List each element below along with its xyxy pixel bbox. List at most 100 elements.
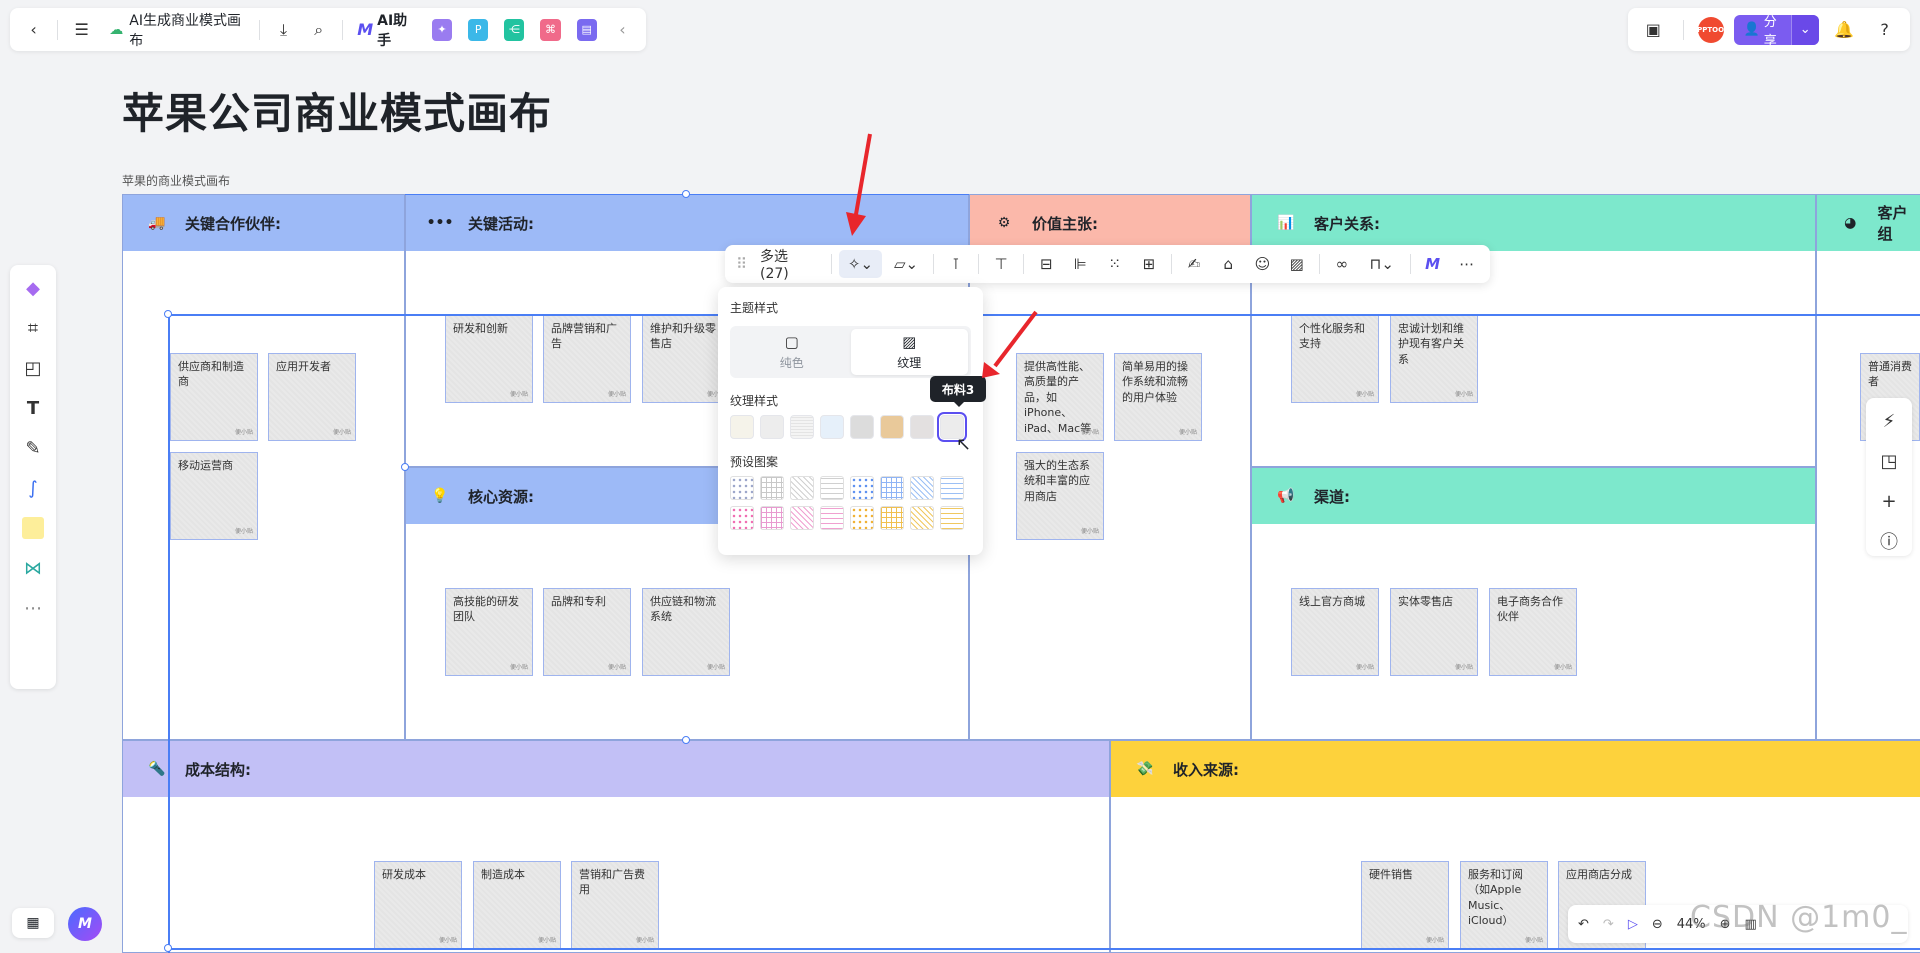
template-icon[interactable]: ◆ [16, 273, 50, 303]
texture-swatch[interactable] [910, 415, 934, 439]
ai-assistant-button[interactable]: M AI助手 [351, 10, 422, 50]
bell-icon[interactable]: 🔔 [1829, 15, 1860, 45]
sticky-note[interactable]: 制造成本 便小贴 [473, 861, 561, 949]
sticky-note[interactable]: 供应链和物流系统 便小贴 [642, 588, 730, 676]
sticky-note[interactable]: 品牌和专利 便小贴 [543, 588, 631, 676]
map-icon[interactable]: ▦ [12, 908, 54, 938]
redo-icon[interactable]: ↷ [1603, 917, 1614, 932]
solid-option[interactable]: ▢ 纯色 [733, 329, 851, 375]
sticky-note[interactable]: 研发和创新 便小贴 [445, 315, 533, 403]
info-icon[interactable]: ⓘ [1872, 526, 1906, 556]
ppt-app-icon[interactable]: P [468, 18, 489, 41]
pattern-swatch[interactable] [820, 506, 844, 530]
sticky-note[interactable]: 简单易用的操作系统和流畅的用户体验 便小贴 [1114, 353, 1202, 441]
sticky-note[interactable]: 硬件销售 便小贴 [1361, 861, 1449, 949]
sticky-note[interactable]: 实体零售店 便小贴 [1390, 588, 1478, 676]
sticky-note[interactable]: 强大的生态系统和丰富的应用商店 便小贴 [1016, 452, 1104, 540]
resize-handle[interactable] [401, 463, 409, 471]
texture-swatch[interactable] [790, 415, 814, 439]
doc-title[interactable]: ☁ AI生成商业模式画布 [101, 10, 251, 50]
sticky-note[interactable]: 维护和升级零售店 便小贴 [642, 315, 730, 403]
avatar[interactable]: PPTOO [1697, 16, 1724, 43]
share-dropdown-icon[interactable]: ⌄ [1790, 14, 1819, 45]
plus-icon[interactable]: + [1872, 486, 1906, 516]
resize-handle[interactable] [164, 944, 172, 952]
texture-swatch[interactable] [850, 415, 874, 439]
image-app-icon[interactable]: ✦ [431, 18, 453, 41]
magic-icon[interactable]: ⚡ [1872, 406, 1906, 436]
help-icon[interactable]: ? [1869, 15, 1900, 45]
undo-icon[interactable]: ↶ [1578, 917, 1589, 932]
frame-icon[interactable]: ⌗ [16, 313, 50, 343]
sticky-note[interactable]: 个性化服务和支持 便小贴 [1291, 315, 1379, 403]
texture-swatch[interactable] [880, 415, 904, 439]
ai-icon[interactable]: M [1417, 250, 1447, 278]
pattern-swatch[interactable] [790, 476, 814, 500]
connector-icon[interactable]: ∫ [16, 473, 50, 503]
sticky-note[interactable]: 高技能的研发团队 便小贴 [445, 588, 533, 676]
play-icon[interactable]: ▷ [1628, 917, 1638, 932]
back-icon[interactable]: ‹ [18, 15, 49, 45]
multi-select-label[interactable]: 多选 (27) [754, 246, 824, 282]
sticky-note[interactable]: 线上官方商城 便小贴 [1291, 588, 1379, 676]
texture-swatch[interactable] [760, 415, 784, 439]
share-button[interactable]: 👤 分享 ⌄ [1733, 14, 1819, 45]
style-brush-icon[interactable]: ✧⌄ [838, 250, 883, 278]
flow-app-icon[interactable]: ⌘ [540, 18, 561, 41]
sticky-note[interactable]: 供应商和制造商 便小贴 [170, 353, 258, 441]
pattern-swatch[interactable] [790, 506, 814, 530]
text-icon[interactable]: T [16, 393, 50, 423]
sticky-note[interactable]: 营销和广告费用 便小贴 [571, 861, 659, 949]
lock-icon[interactable]: ⊓⌄ [1361, 250, 1403, 278]
resize-handle[interactable] [682, 190, 690, 198]
pattern-swatch[interactable] [760, 506, 784, 530]
pattern-swatch[interactable] [910, 506, 934, 530]
toolbox-icon[interactable]: ▣ [1638, 15, 1669, 45]
more-tools-icon[interactable]: ⋯ [16, 593, 50, 623]
pattern-swatch[interactable] [760, 476, 784, 500]
pen-icon[interactable]: ✎ [16, 433, 50, 463]
drag-handle-icon[interactable]: ⠿ [733, 250, 750, 278]
chat-app-icon[interactable]: ▤ [576, 18, 597, 41]
sticky-note[interactable]: 服务和订阅（如Apple Music、iCloud） 便小贴 [1460, 861, 1548, 949]
pattern-swatch[interactable] [880, 506, 904, 530]
pattern-swatch[interactable] [730, 476, 754, 500]
mindmap-app-icon[interactable]: ⋲ [504, 18, 525, 41]
resize-handle[interactable] [164, 310, 172, 318]
ai-float-icon[interactable]: M [68, 907, 102, 941]
resize-handle[interactable] [682, 736, 690, 744]
pattern-swatch[interactable] [820, 476, 844, 500]
emoji-icon[interactable]: ☺ [1247, 250, 1277, 278]
download-icon[interactable]: ⤓ [268, 15, 299, 45]
zoom-out-icon[interactable]: ⊖ [1652, 917, 1663, 932]
sticky-note[interactable]: 电子商务合作伙伴 便小贴 [1489, 588, 1577, 676]
align-left-icon[interactable]: ⊫ [1065, 250, 1095, 278]
grid-icon[interactable]: ⁙ [1100, 250, 1130, 278]
more-icon[interactable]: ⋯ [1452, 250, 1482, 278]
pattern-swatch[interactable] [910, 476, 934, 500]
sticky-note[interactable]: 研发成本 便小贴 [374, 861, 462, 949]
text-box-icon[interactable]: ⊤ [986, 250, 1016, 278]
sticky-note[interactable]: 应用开发者 便小贴 [268, 353, 356, 441]
sticky-note-icon[interactable] [16, 513, 50, 543]
shape-icon[interactable]: ◰ [16, 353, 50, 383]
layout-icon[interactable]: ⊟ [1031, 250, 1061, 278]
pattern-swatch[interactable] [880, 476, 904, 500]
layer-icon[interactable]: ◳ [1872, 446, 1906, 476]
texture-swatch[interactable] [730, 415, 754, 439]
collapse-icon[interactable]: ‹ [607, 15, 638, 45]
image-icon[interactable]: ▨ [1282, 250, 1312, 278]
search-icon[interactable]: ⌕ [303, 15, 334, 45]
menu-icon[interactable]: ☰ [66, 15, 97, 45]
pattern-swatch[interactable] [730, 506, 754, 530]
pattern-swatch[interactable] [850, 506, 874, 530]
sticky-note[interactable]: 忠诚计划和维护现有客户关系 便小贴 [1390, 315, 1478, 403]
tag-icon[interactable]: ⌂ [1213, 250, 1243, 278]
texture-swatch[interactable] [820, 415, 844, 439]
sticky-note[interactable]: 品牌营销和广告 便小贴 [543, 315, 631, 403]
pattern-swatch[interactable] [940, 506, 964, 530]
text-spacing-icon[interactable]: ⊺ [941, 250, 971, 278]
pattern-swatch[interactable] [850, 476, 874, 500]
link-icon[interactable]: ∞ [1327, 250, 1357, 278]
texture-option[interactable]: ▨ 纹理 [850, 329, 968, 375]
